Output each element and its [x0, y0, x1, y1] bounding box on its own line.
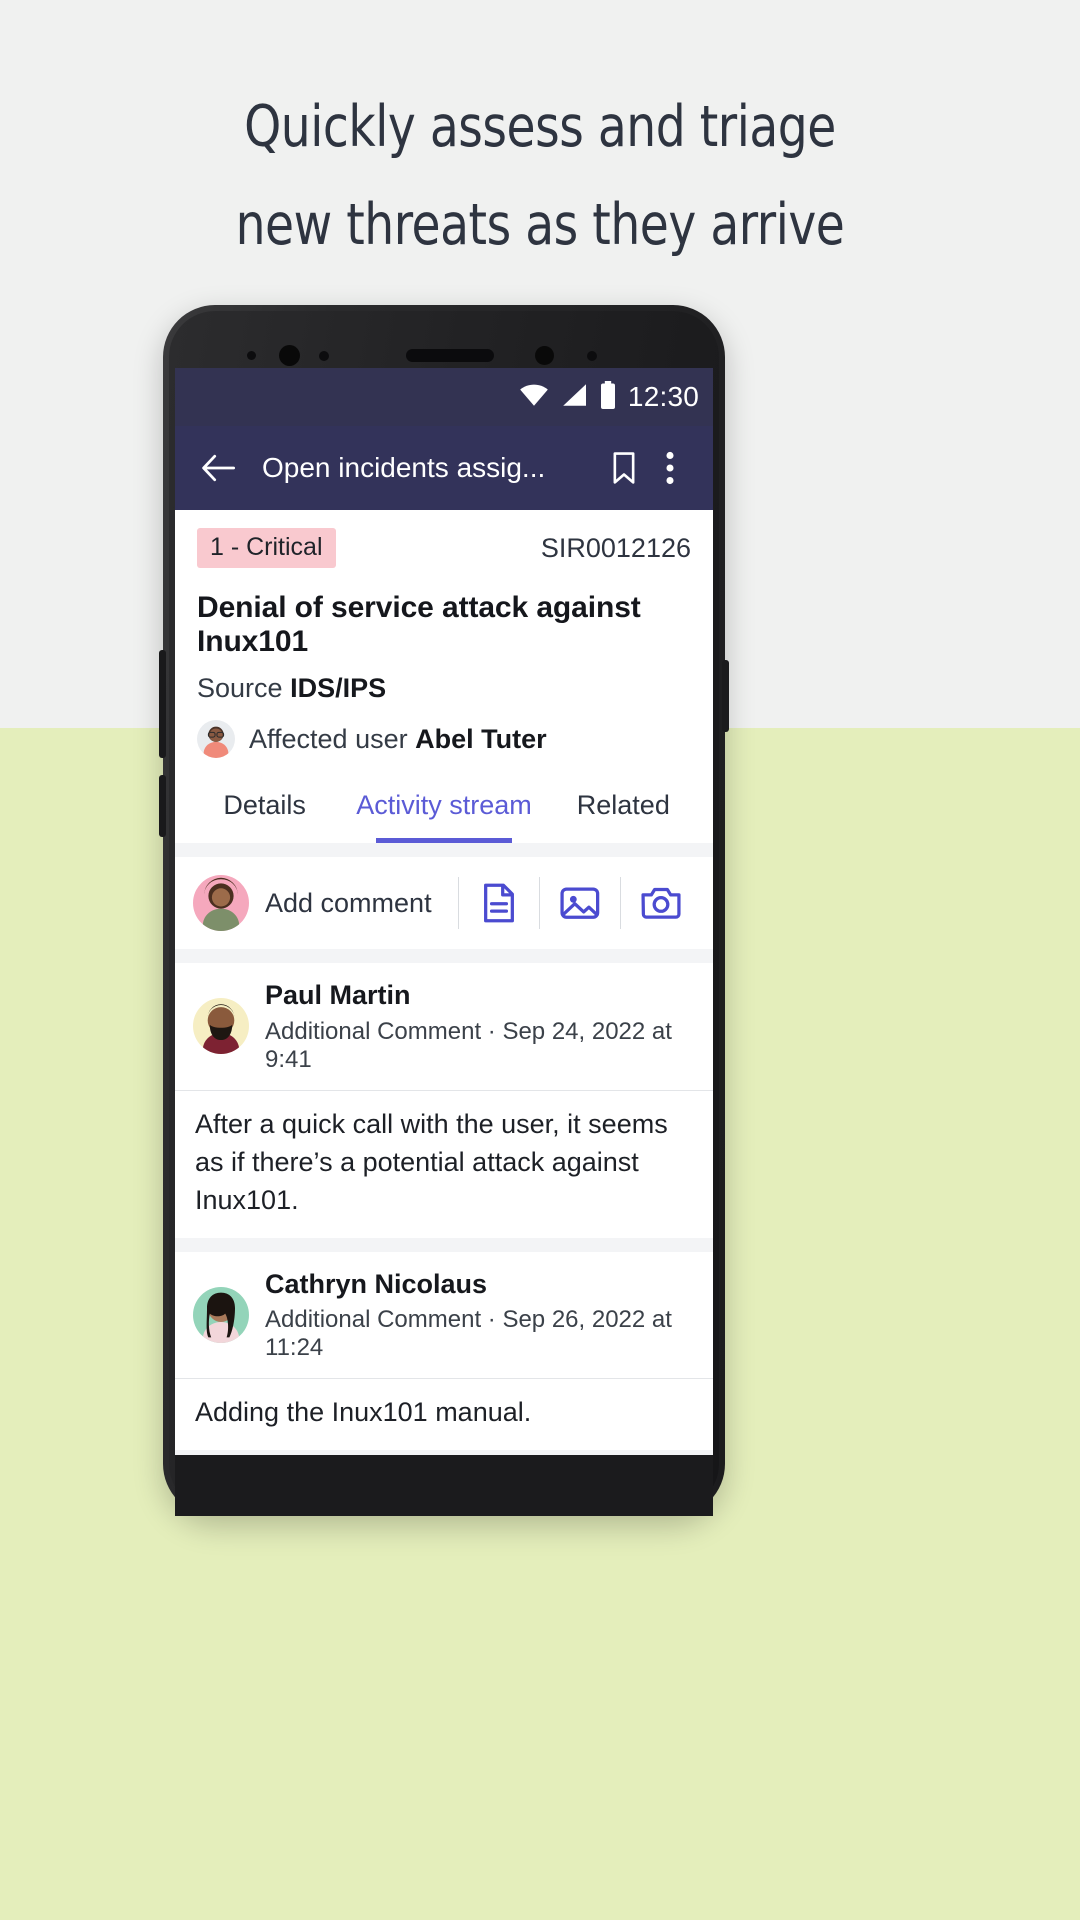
promo-headline-line-1: Quickly assess and triage	[244, 94, 836, 160]
section-divider	[175, 843, 713, 857]
sensor-dot-small-3	[535, 346, 554, 365]
front-camera-lens	[279, 345, 300, 366]
tab-bar: Details Activity stream Related	[175, 764, 713, 843]
comment-body: After a quick call with the user, it see…	[175, 1090, 713, 1238]
list-item-meta: Paul Martin Additional Comment · Sep 24,…	[265, 979, 695, 1074]
app-bar: Open incidents assig...	[175, 426, 713, 510]
add-comment-row[interactable]: Add comment	[175, 857, 713, 949]
sensor-dot-small-2	[319, 351, 329, 361]
phone-mockup: 12:30 Open incidents assig... 1 - Critic…	[159, 305, 729, 1516]
incident-source-label: Source	[197, 673, 283, 703]
meta-separator: ·	[487, 1306, 496, 1334]
app-bar-title: Open incidents assig...	[262, 452, 546, 483]
back-arrow-icon[interactable]	[195, 445, 241, 491]
incident-source-value: IDS/IPS	[290, 673, 387, 703]
phone-power-button	[159, 650, 166, 758]
affected-user-value: Abel Tuter	[415, 723, 547, 754]
page-title: Denial of service attack against Inux101	[197, 591, 641, 658]
affected-user-label: Affected user	[249, 723, 408, 754]
list-item[interactable]: Paul Martin Additional Comment · Sep 24,…	[175, 963, 713, 1090]
status-bar: 12:30	[175, 368, 713, 426]
add-comment-label: Add comment	[265, 887, 432, 918]
affected-user-row: Affected user Abel Tuter	[197, 720, 691, 758]
comment-meta: Additional Comment · Sep 26, 2022 at 11:…	[265, 1306, 695, 1362]
phone-screen: 12:30 Open incidents assig... 1 - Critic…	[175, 368, 713, 1455]
incident-source-row: Source IDS/IPS	[197, 673, 691, 704]
cell-signal-icon	[560, 383, 588, 412]
section-divider	[175, 1449, 713, 1455]
more-vertical-icon[interactable]	[647, 445, 693, 491]
image-icon[interactable]	[546, 874, 614, 932]
tab-activity-stream[interactable]: Activity stream	[354, 764, 533, 843]
tab-details[interactable]: Details	[175, 764, 354, 843]
comment-type: Additional Comment	[265, 1306, 482, 1334]
promo-headline-line-2: new threats as they arrive	[235, 192, 845, 258]
comment-type: Additional Comment	[265, 1017, 482, 1045]
comment-author: Cathryn Nicolaus	[265, 1268, 488, 1299]
document-icon[interactable]	[465, 874, 533, 932]
incident-number: SIR0012126	[540, 532, 691, 563]
section-divider	[175, 949, 713, 963]
affected-user-text: Affected user Abel Tuter	[249, 724, 547, 755]
section-divider	[175, 1237, 713, 1252]
battery-icon	[599, 380, 617, 414]
tab-related[interactable]: Related	[534, 764, 713, 843]
comment-author: Paul Martin	[265, 980, 411, 1010]
earpiece-speaker	[406, 349, 494, 362]
phone-side-button-right	[722, 660, 729, 732]
incident-summary: 1 - Critical SIR0012126 Denial of servic…	[175, 510, 713, 764]
divider	[539, 877, 540, 929]
status-bar-clock: 12:30	[627, 381, 699, 412]
sensor-dot-small-1	[247, 351, 256, 360]
status-badge: 1 - Critical	[197, 528, 336, 568]
avatar	[193, 998, 249, 1055]
phone-bottom-chin	[175, 1455, 713, 1516]
list-item-meta: Cathryn Nicolaus Additional Comment · Se…	[265, 1268, 695, 1363]
avatar	[193, 1287, 249, 1344]
phone-volume-button	[159, 775, 166, 837]
list-item[interactable]: Cathryn Nicolaus Additional Comment · Se…	[175, 1251, 713, 1379]
bookmark-icon[interactable]	[601, 445, 647, 491]
promo-headline: Quickly assess and triage new threats as…	[43, 78, 1037, 274]
comment-meta: Additional Comment · Sep 24, 2022 at 9:4…	[265, 1018, 695, 1074]
divider	[620, 877, 621, 929]
wifi-icon	[519, 383, 549, 412]
incident-summary-top-row: 1 - Critical SIR0012126	[197, 528, 691, 568]
sensor-dot-small-4	[587, 351, 597, 361]
comment-body: Adding the Inux101 manual.	[175, 1379, 713, 1450]
camera-icon[interactable]	[627, 874, 695, 932]
avatar	[193, 875, 249, 931]
avatar	[197, 720, 235, 758]
meta-separator: ·	[487, 1017, 496, 1045]
add-comment-actions	[452, 874, 695, 932]
divider	[458, 877, 459, 929]
